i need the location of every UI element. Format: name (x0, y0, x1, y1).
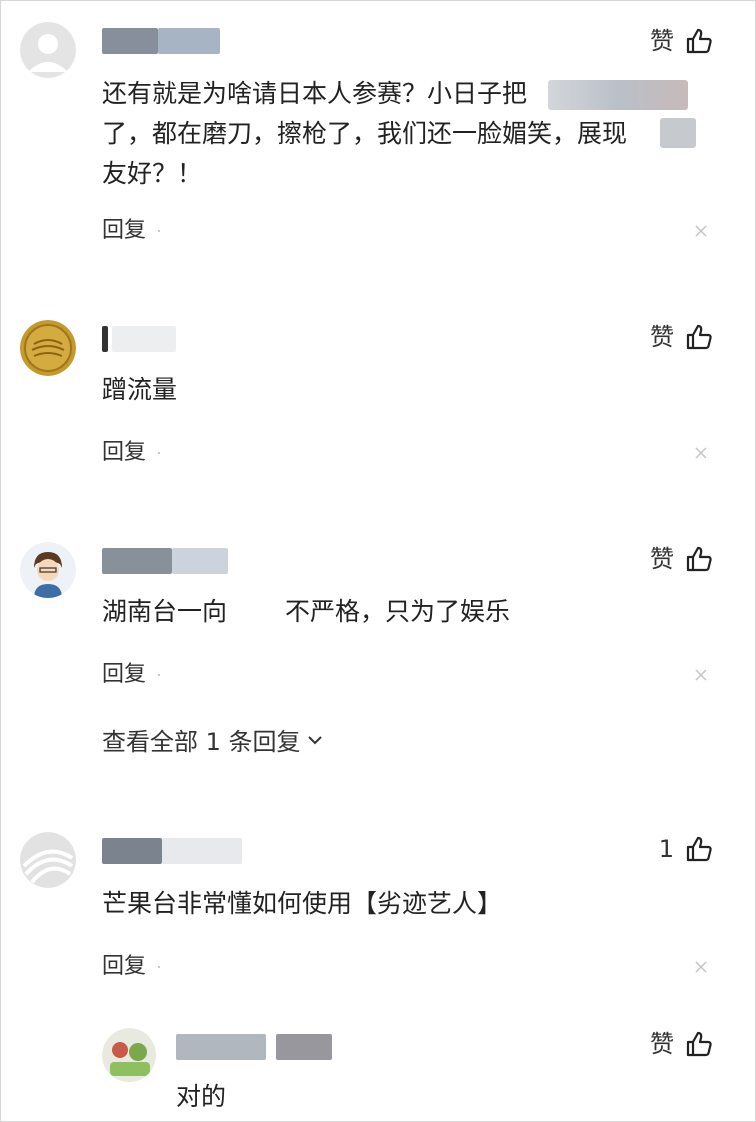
reply-label: 回复 (102, 662, 147, 687)
reply-button[interactable]: 回复 (102, 948, 161, 980)
like-label: 赞 (650, 545, 674, 573)
like-button[interactable]: 赞 (650, 542, 714, 576)
like-count: 1 (658, 835, 674, 863)
thumbs-up-icon (684, 26, 714, 56)
comment-text: 湖南台一向 不严格，只为了娱乐 (102, 593, 708, 631)
comment-text-tail: 不严格，只为了娱乐 (285, 597, 511, 626)
reply-button[interactable]: 回复 (102, 656, 161, 688)
like-button[interactable]: 赞 (650, 1027, 714, 1061)
avatar[interactable] (20, 832, 76, 888)
reply-label: 回复 (102, 440, 147, 465)
reply-button[interactable]: 回复 (102, 212, 161, 244)
view-all-replies[interactable]: 查看全部 1 条回复 (102, 722, 325, 757)
reply-label: 回复 (102, 954, 147, 979)
comment-text-line-1: 湖南台一向 (102, 597, 228, 626)
like-button[interactable]: 赞 (650, 24, 714, 58)
close-icon[interactable] (694, 224, 708, 238)
reply-dot (158, 674, 161, 676)
avatar[interactable] (20, 22, 76, 78)
thumbs-up-icon (684, 834, 714, 864)
comment-text: 蹭流量 (102, 371, 708, 409)
avatar[interactable] (102, 1028, 156, 1082)
comment-text-line-3: 友好？！ (102, 159, 203, 188)
reply-dot (158, 966, 161, 968)
close-icon[interactable] (694, 668, 708, 682)
username-redacted[interactable] (102, 548, 232, 574)
chevron-down-icon (307, 735, 322, 744)
comment-text-line-1: 蹭流量 (102, 375, 178, 404)
redaction-mask (548, 80, 688, 110)
reply-label: 回复 (102, 218, 147, 243)
comment-text-line-1: 芒果台非常懂如何使用【劣迹艺人】 (102, 889, 503, 918)
comment-text: 芒果台非常懂如何使用【劣迹艺人】 (102, 885, 708, 923)
thumbs-up-icon (684, 1029, 714, 1059)
avatar[interactable] (20, 320, 76, 376)
reply-dot (158, 230, 161, 232)
like-button[interactable]: 赞 (650, 320, 714, 354)
reply-button[interactable]: 回复 (102, 434, 161, 466)
like-label: 赞 (650, 1030, 674, 1058)
thumbs-up-icon (684, 544, 714, 574)
username-redacted[interactable] (102, 838, 242, 864)
username-redacted[interactable] (102, 28, 222, 54)
close-icon[interactable] (694, 960, 708, 974)
username-redacted[interactable] (176, 1034, 336, 1060)
like-label: 赞 (650, 323, 674, 351)
username-redacted[interactable] (102, 326, 182, 352)
like-label: 赞 (650, 27, 674, 55)
sub-reply-text-line: 对的 (176, 1082, 227, 1111)
view-all-label: 查看全部 1 条回复 (102, 728, 301, 756)
reply-dot (158, 452, 161, 454)
comment-text-line-2: 了，都在磨刀，擦枪了，我们还一脸媚笑，展现 (102, 119, 628, 148)
redaction-mask (660, 118, 696, 148)
sub-reply-text: 对的 (176, 1078, 708, 1116)
close-icon[interactable] (694, 446, 708, 460)
thumbs-up-icon (684, 322, 714, 352)
avatar[interactable] (20, 542, 76, 598)
like-button[interactable]: 1 (659, 832, 714, 866)
comment-text-line-1: 还有就是为啥请日本人参赛？小日子把 (102, 79, 528, 108)
